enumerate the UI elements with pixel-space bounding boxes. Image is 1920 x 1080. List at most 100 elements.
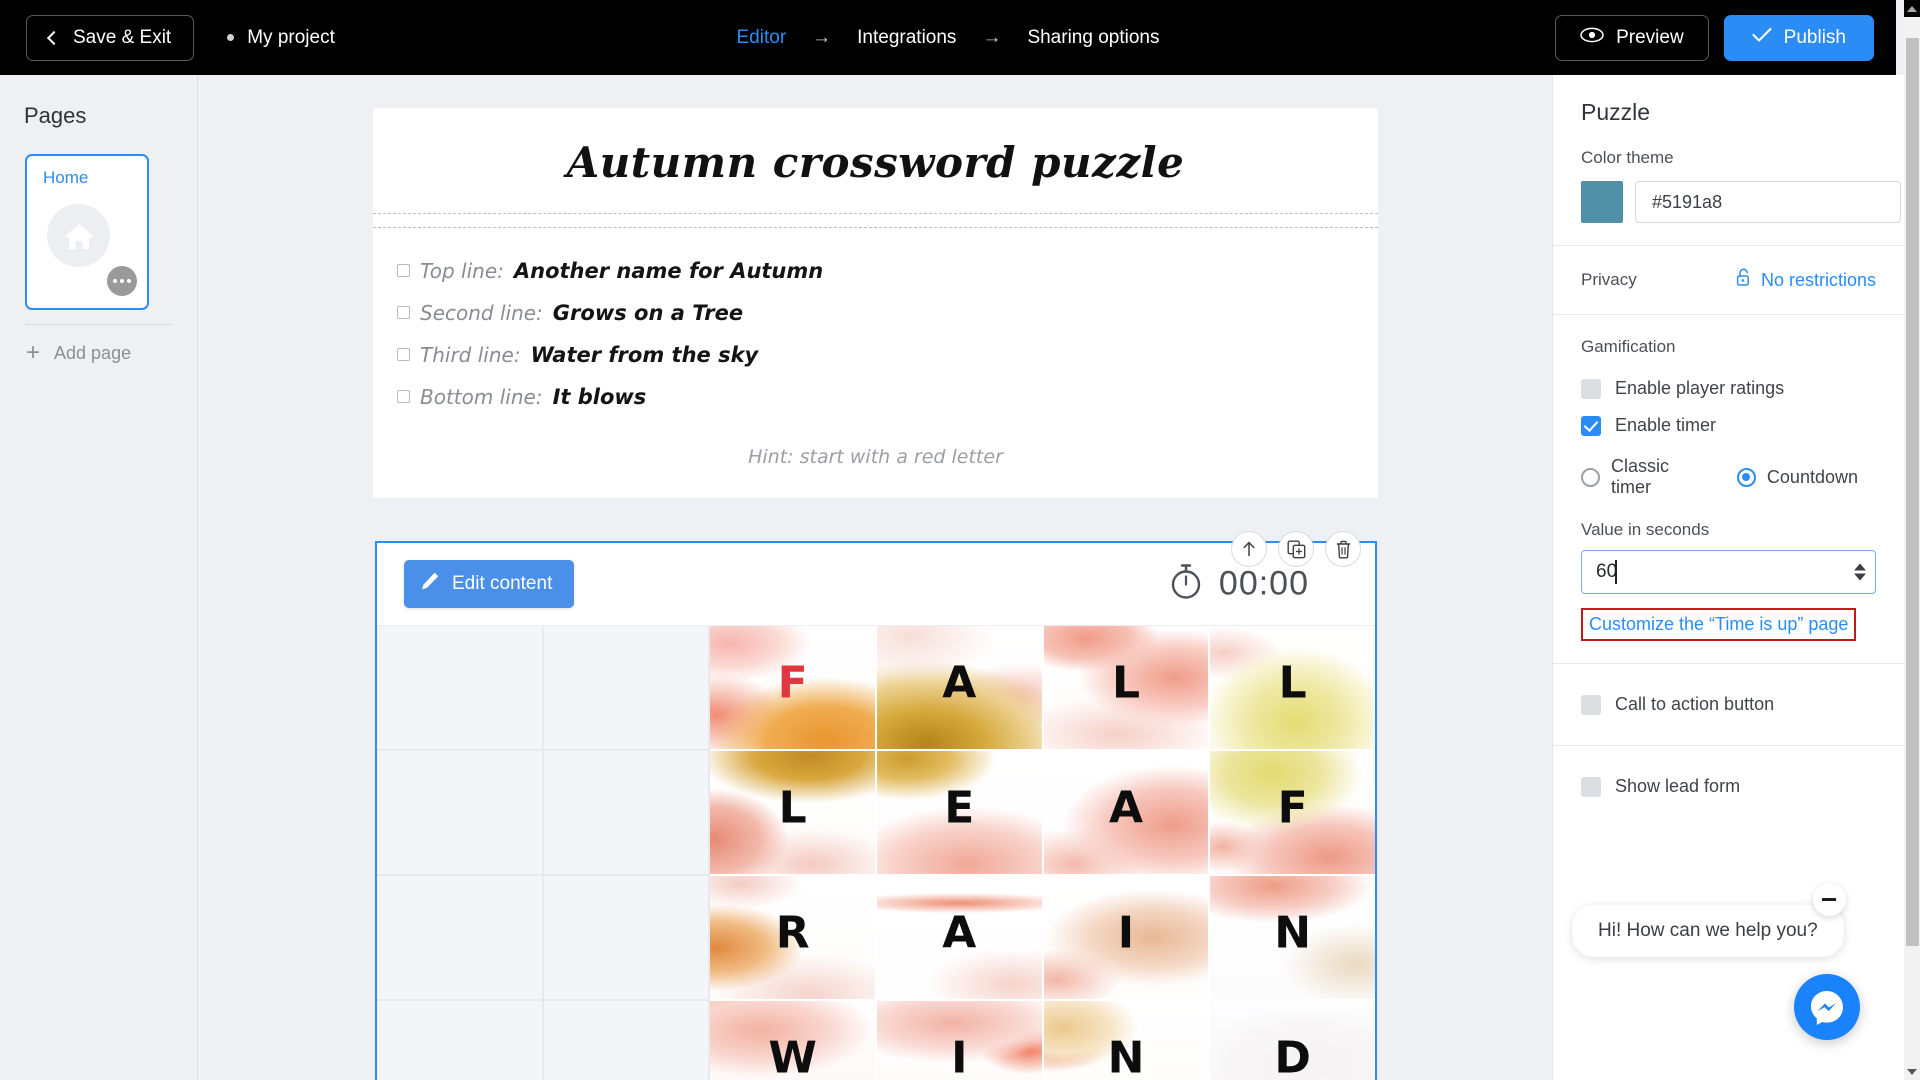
lead-form-checkbox[interactable]	[1581, 776, 1601, 797]
puzzle-cell-empty[interactable]	[377, 876, 544, 1001]
privacy-value-button[interactable]: No restrictions	[1736, 268, 1876, 292]
customize-time-is-up-link[interactable]: Customize the “Time is up” page	[1581, 608, 1857, 641]
messenger-greeting-bubble[interactable]: Hi! How can we help you?	[1572, 883, 1846, 957]
puzzle-cell-empty[interactable]	[543, 1001, 711, 1080]
puzzle-cell[interactable]: I	[877, 1001, 1044, 1080]
cta-row[interactable]: Call to action button	[1581, 686, 1876, 723]
puzzle-cell[interactable]: A	[1043, 751, 1211, 876]
checkbox-icon[interactable]	[397, 306, 410, 319]
page-title: Autumn crossword puzzle	[566, 138, 1185, 187]
divider-gap	[373, 214, 1378, 227]
puzzle-cell-empty[interactable]	[543, 626, 711, 751]
puzzle-grid[interactable]: F A L L L E A F R A I N W I N D	[377, 626, 1375, 1080]
puzzle-cell[interactable]: L	[1043, 626, 1211, 751]
puzzle-block-selected[interactable]: Moves:0 00:00	[375, 531, 1377, 1080]
add-page-button[interactable]: + Add page	[0, 325, 197, 365]
value-seconds-label: Value in seconds	[1581, 520, 1710, 539]
clue-row[interactable]: Bottom line: It blows	[397, 376, 1378, 418]
step-sharing-options[interactable]: Sharing options	[1023, 27, 1163, 49]
stepper-down-icon[interactable]	[1854, 573, 1866, 581]
player-ratings-label: Enable player ratings	[1615, 378, 1785, 398]
block-toolbar	[1231, 531, 1361, 567]
panel-title: Puzzle	[1581, 99, 1651, 125]
clue-row[interactable]: Third line: Water from the sky	[397, 334, 1378, 376]
value-seconds-input[interactable]	[1581, 550, 1876, 594]
puzzle-cell[interactable]: D	[1210, 1001, 1375, 1080]
puzzle-cell[interactable]: E	[877, 751, 1044, 876]
dot-2	[120, 279, 124, 283]
scroll-up-button[interactable]	[1904, 0, 1920, 17]
classic-timer-radio[interactable]	[1581, 467, 1600, 487]
puzzle-cell-empty[interactable]	[377, 1001, 544, 1080]
lead-form-row[interactable]: Show lead form	[1581, 768, 1876, 805]
puzzle-cell-empty[interactable]	[377, 626, 544, 751]
player-ratings-checkbox[interactable]	[1581, 378, 1601, 399]
puzzle-cell-empty[interactable]	[377, 751, 544, 876]
puzzle-cell[interactable]: R	[710, 876, 877, 1001]
puzzle-letter: A	[942, 657, 977, 709]
color-swatch[interactable]	[1581, 181, 1623, 223]
color-theme-input[interactable]	[1635, 181, 1901, 223]
cta-checkbox[interactable]	[1581, 694, 1601, 715]
checkbox-icon[interactable]	[397, 390, 410, 403]
checkbox-icon[interactable]	[397, 264, 410, 277]
messenger-icon[interactable]	[1794, 974, 1860, 1040]
puzzle-cell[interactable]: N	[1210, 876, 1375, 1001]
delete-icon[interactable]	[1325, 531, 1361, 567]
puzzle-cell-empty[interactable]	[543, 876, 711, 1001]
minimize-icon[interactable]	[1812, 883, 1846, 916]
clue-row[interactable]: Second line: Grows on a Tree	[397, 292, 1378, 334]
puzzle-cell[interactable]: W	[710, 1001, 877, 1080]
puzzle-cell[interactable]: I	[1043, 876, 1211, 1001]
puzzle-cell[interactable]: A	[877, 876, 1044, 1001]
preview-button[interactable]: Preview	[1555, 14, 1709, 61]
chevron-left-icon	[46, 30, 62, 45]
clue-label: Second line:	[420, 301, 543, 325]
puzzle-cell[interactable]: L	[1210, 626, 1375, 751]
privacy-value-label: No restrictions	[1760, 269, 1876, 290]
check-icon	[1752, 27, 1772, 49]
preview-label: Preview	[1616, 26, 1684, 48]
page-options-button[interactable]	[107, 266, 137, 296]
unlock-icon	[1736, 268, 1751, 292]
duplicate-icon[interactable]	[1278, 531, 1314, 567]
puzzle-cell[interactable]: F	[710, 626, 877, 751]
color-theme-label: Color theme	[1581, 148, 1674, 167]
top-right-actions: Preview Publish	[1555, 14, 1874, 61]
clue-label: Bottom line:	[420, 385, 543, 409]
timer-display: 00:00	[1169, 563, 1309, 606]
save-and-exit-button[interactable]: Save & Exit	[26, 14, 195, 61]
scroll-down-button[interactable]	[1904, 1063, 1920, 1080]
publish-label: Publish	[1783, 26, 1846, 48]
step-integrations[interactable]: Integrations	[853, 27, 960, 49]
player-ratings-row[interactable]: Enable player ratings	[1581, 370, 1876, 407]
messenger-greeting-text: Hi! How can we help you?	[1598, 920, 1818, 941]
project-name[interactable]: My project	[227, 27, 335, 49]
puzzle-cell[interactable]: N	[1043, 1001, 1211, 1080]
enable-timer-row[interactable]: Enable timer	[1581, 407, 1876, 444]
stepper-up-icon[interactable]	[1854, 563, 1866, 571]
page-card-label: Home	[43, 168, 89, 187]
step-editor[interactable]: Editor	[733, 27, 791, 49]
eye-icon	[1580, 27, 1604, 49]
puzzle-cell[interactable]: A	[877, 626, 1044, 751]
enable-timer-checkbox[interactable]	[1581, 415, 1601, 436]
puzzle-cell[interactable]: L	[710, 751, 877, 876]
puzzle-cell-empty[interactable]	[543, 751, 711, 876]
page-card-home[interactable]: Home	[25, 154, 149, 310]
countdown-radio[interactable]	[1736, 467, 1756, 487]
move-up-icon[interactable]	[1231, 531, 1267, 567]
scrollbar-thumb[interactable]	[1906, 38, 1919, 946]
edit-content-button[interactable]: Edit content	[404, 560, 575, 608]
publish-button[interactable]: Publish	[1723, 14, 1874, 61]
page-scrollbar[interactable]	[1904, 0, 1920, 1080]
puzzle-grid-area[interactable]: F A L L L E A F R A I N W I N D	[377, 626, 1375, 1080]
clue-row[interactable]: Top line: Another name for Autumn	[397, 250, 1378, 292]
puzzle-letter: I	[1117, 907, 1135, 959]
cta-section: Call to action button	[1553, 664, 1904, 746]
puzzle-cell[interactable]: F	[1210, 751, 1375, 876]
classic-timer-label: Classic timer	[1611, 456, 1670, 497]
number-stepper[interactable]	[1854, 563, 1866, 581]
checkbox-icon[interactable]	[397, 348, 410, 361]
document-title-block[interactable]: Autumn crossword puzzle	[373, 108, 1378, 213]
